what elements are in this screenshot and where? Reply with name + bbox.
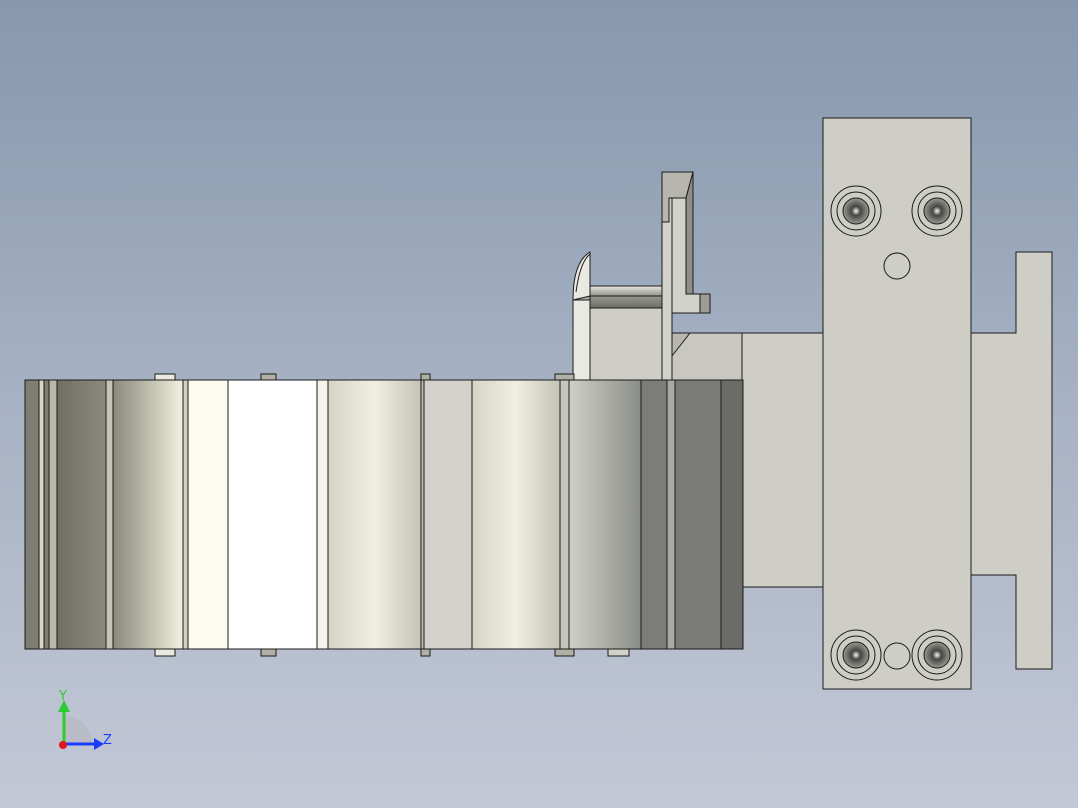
cable-clamp[interactable]: [572, 251, 663, 381]
screw-top-right[interactable]: [911, 185, 963, 237]
chain-pins-top: [154, 373, 575, 381]
end-bracket[interactable]: [969, 251, 1053, 670]
cad-viewport[interactable]: Y Z: [0, 0, 1078, 808]
hole-upper: [883, 252, 911, 280]
screw-bottom-right[interactable]: [911, 629, 963, 681]
screw-top-left[interactable]: [830, 185, 882, 237]
cable-drag-chain[interactable]: [24, 379, 744, 650]
hole-lower: [883, 642, 911, 670]
model-scene: Y Z: [24, 117, 1053, 750]
coordinate-triad: Y Z: [58, 689, 112, 750]
screw-bottom-left[interactable]: [830, 629, 882, 681]
x-axis-dot: [59, 741, 67, 749]
y-axis-label: Y: [58, 689, 67, 704]
chain-pins-bottom: [154, 648, 630, 657]
z-axis-label: Z: [103, 733, 112, 748]
